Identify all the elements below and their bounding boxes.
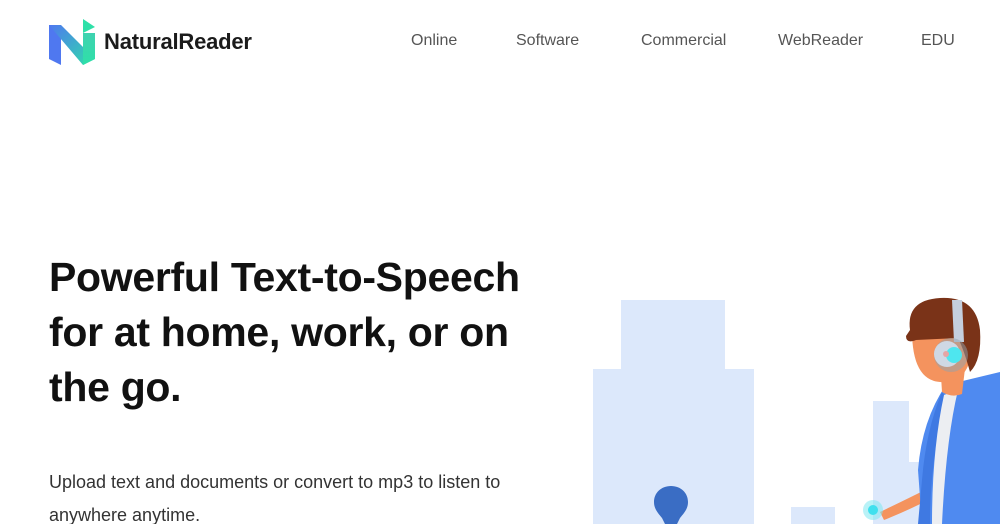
hero-title-line: for at home, work, or on	[49, 309, 509, 355]
nav-webreader[interactable]: WebReader	[778, 32, 863, 50]
hero-subtitle-line: anywhere anytime.	[49, 505, 201, 524]
hero-subtitle-line: Upload text and documents or convert to …	[49, 472, 501, 492]
nav-commercial[interactable]: Commercial	[641, 32, 726, 50]
hero-title: Powerful Text-to-Speech for at home, wor…	[49, 250, 609, 415]
nav-online[interactable]: Online	[411, 32, 457, 50]
main-nav: Online Software Commercial WebReader EDU	[0, 32, 1000, 52]
nav-software[interactable]: Software	[516, 32, 579, 50]
building-small	[791, 507, 835, 524]
hero-illustration	[593, 297, 1000, 524]
hero-title-line: the go.	[49, 364, 182, 410]
hero-subtitle: Upload text and documents or convert to …	[49, 466, 589, 524]
site-header: NaturalReader Online Software Commercial…	[0, 0, 1000, 84]
nav-edu[interactable]: EDU	[921, 32, 955, 50]
building-tall-top	[621, 300, 725, 370]
building-right-top	[873, 401, 909, 463]
hero-title-line: Powerful Text-to-Speech	[49, 254, 520, 300]
city-buildings	[593, 300, 933, 524]
